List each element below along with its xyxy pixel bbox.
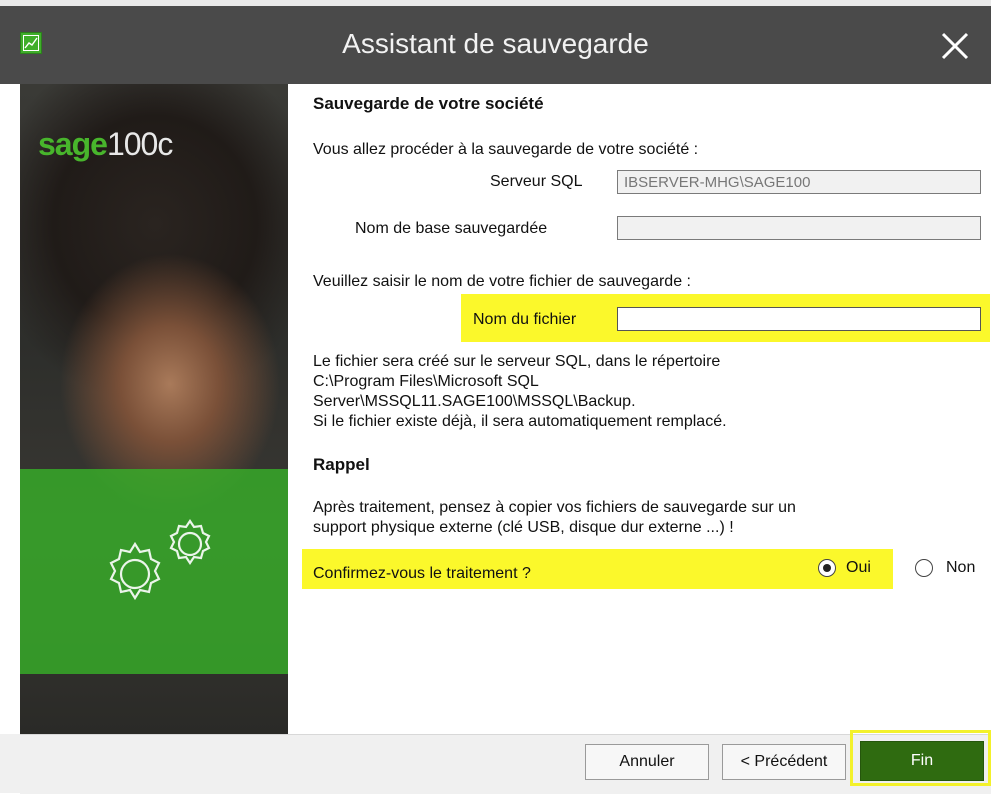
file-prompt: Veuillez saisir le nom de votre fichier … [313,273,691,290]
footer-left-edge [0,734,20,793]
title-bar: Assistant de sauvegarde [0,6,991,84]
radio-non-label[interactable]: Non [946,558,975,578]
brand-image-panel: sage100c [20,84,288,734]
file-note-4: Si le fichier existe déjà, il sera autom… [313,413,727,430]
close-icon [941,32,969,60]
dbname-label: Nom de base sauvegardée [355,220,548,237]
server-label: Serveur SQL [490,173,583,190]
confirm-question: Confirmez-vous le traitement ? [313,565,531,582]
gears-icon [109,519,211,601]
file-note-3: Server\MSSQL11.SAGE100\MSSQL\Backup. [313,393,636,410]
file-label: Nom du fichier [473,311,577,328]
file-note-2: C:\Program Files\Microsoft SQL [313,373,539,390]
brand-product: 100c [106,126,173,162]
reminder-line-2: support physique externe (clé USB, disqu… [313,519,734,536]
radio-oui-label[interactable]: Oui [846,558,871,578]
intro-text: Vous allez procéder à la sauvegarde de v… [313,141,699,158]
radio-non[interactable] [915,559,933,577]
reminder-heading: Rappel [313,455,370,474]
dbname-field[interactable] [617,216,981,240]
file-name-input[interactable] [617,307,981,331]
file-note-1: Le fichier sera créé sur le serveur SQL,… [313,353,721,370]
previous-button[interactable]: < Précédent [722,744,846,780]
section-heading: Sauvegarde de votre société [313,94,544,113]
brand-sage: sage [38,126,108,162]
sage-logo: sage100c [38,126,173,163]
finish-button[interactable]: Fin [860,741,984,781]
window-title: Assistant de sauvegarde [342,28,649,59]
cancel-button[interactable]: Annuler [585,744,709,780]
server-field[interactable] [617,170,981,194]
reminder-line-1: Après traitement, pensez à copier vos fi… [313,499,796,516]
close-button[interactable] [929,20,981,72]
radio-oui[interactable] [818,559,836,577]
